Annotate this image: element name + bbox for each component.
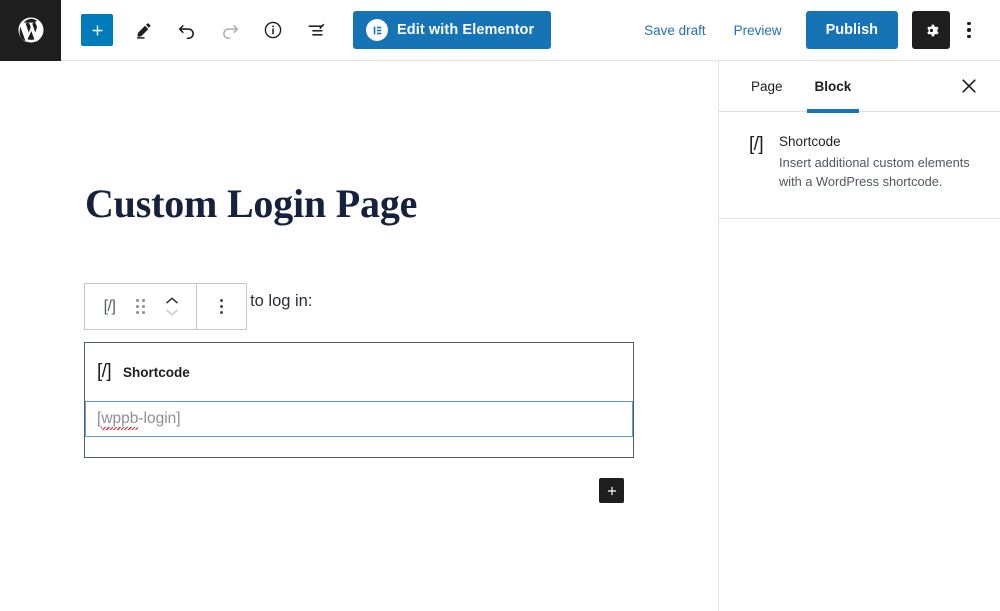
plus-icon (92, 25, 102, 35)
elementor-logo-mark (373, 26, 381, 34)
edit-with-elementor-button[interactable]: Edit with Elementor (353, 11, 552, 49)
redo-button[interactable] (212, 12, 248, 48)
tab-page[interactable]: Page (735, 61, 799, 112)
block-info-panel: [/] Shortcode Insert additional custom e… (719, 112, 1000, 219)
editor-header: Edit with Elementor Save draft Preview P… (0, 0, 1000, 61)
shortcode-misspelled-word: wppb (101, 410, 139, 430)
shortcode-icon: [/] (103, 297, 116, 315)
header-tool-group: Edit with Elementor (61, 11, 552, 49)
wordpress-icon (18, 17, 43, 43)
append-block-button[interactable] (599, 478, 624, 503)
drag-handle[interactable] (125, 284, 156, 329)
chevron-up-icon (165, 297, 178, 304)
block-info-text: Shortcode Insert additional custom eleme… (779, 134, 974, 192)
edit-with-elementor-label: Edit with Elementor (397, 22, 535, 38)
list-view-button[interactable] (298, 12, 334, 48)
move-block-buttons[interactable] (156, 284, 187, 329)
pencil-icon (136, 22, 150, 39)
shortcode-input[interactable]: [wppb-login] (85, 401, 633, 437)
shortcode-block-header: [/] Shortcode (85, 343, 633, 401)
preview-button[interactable]: Preview (720, 15, 796, 46)
settings-button[interactable] (912, 11, 950, 49)
page-title[interactable]: Custom Login Page (85, 184, 417, 224)
tab-block[interactable]: Block (799, 61, 868, 113)
shortcode-icon: [/] (97, 361, 112, 382)
redo-icon (223, 25, 239, 40)
block-type-button[interactable]: [/] (94, 284, 125, 329)
shortcode-icon: [/] (749, 134, 764, 155)
more-options-button[interactable] (952, 11, 986, 49)
add-block-button[interactable] (81, 14, 113, 46)
undo-button[interactable] (169, 12, 205, 48)
elementor-icon (366, 19, 388, 41)
editor-canvas: Custom Login Page t? Use the form below … (0, 61, 718, 611)
chevron-stack (165, 297, 178, 316)
drag-dots-icon (135, 298, 146, 315)
block-options-button[interactable] (206, 284, 237, 329)
close-icon (962, 79, 976, 93)
block-toolbar: [/] (84, 283, 247, 330)
undo-icon (178, 25, 194, 40)
block-toolbar-main-group: [/] (85, 284, 196, 329)
publish-button[interactable]: Publish (805, 11, 898, 49)
plus-icon (607, 486, 616, 495)
block-info-description: Insert additional custom elements with a… (779, 155, 970, 189)
sidebar-tabs: Page Block (719, 61, 1000, 113)
block-toolbar-options-group (197, 284, 246, 329)
wordpress-block-editor: Edit with Elementor Save draft Preview P… (0, 0, 1000, 611)
shortcode-value-rest: -login] (138, 410, 181, 427)
block-info-row: [/] Shortcode Insert additional custom e… (749, 134, 974, 192)
edit-tool-button[interactable] (126, 12, 162, 48)
list-view-icon (308, 23, 325, 36)
header-actions: Save draft Preview Publish (630, 11, 1000, 49)
save-draft-button[interactable]: Save draft (630, 15, 720, 46)
settings-sidebar: Page Block [/] Shortcode Insert addition… (718, 61, 1000, 611)
details-button[interactable] (255, 12, 291, 48)
close-sidebar-button[interactable] (952, 69, 986, 103)
shortcode-block-label: Shortcode (123, 364, 190, 380)
gear-icon (926, 24, 939, 36)
chevron-down-icon (165, 309, 178, 316)
info-icon (264, 21, 282, 39)
shortcode-block[interactable]: [/] Shortcode [wppb-login] (84, 342, 634, 458)
block-info-title: Shortcode (779, 134, 841, 149)
shortcode-block-footer (85, 437, 633, 457)
three-dots-vertical-icon (967, 21, 971, 39)
wordpress-logo-button[interactable] (0, 0, 61, 61)
three-dots-vertical-icon (219, 298, 224, 315)
shortcode-input-value: [wppb-login] (97, 410, 181, 430)
